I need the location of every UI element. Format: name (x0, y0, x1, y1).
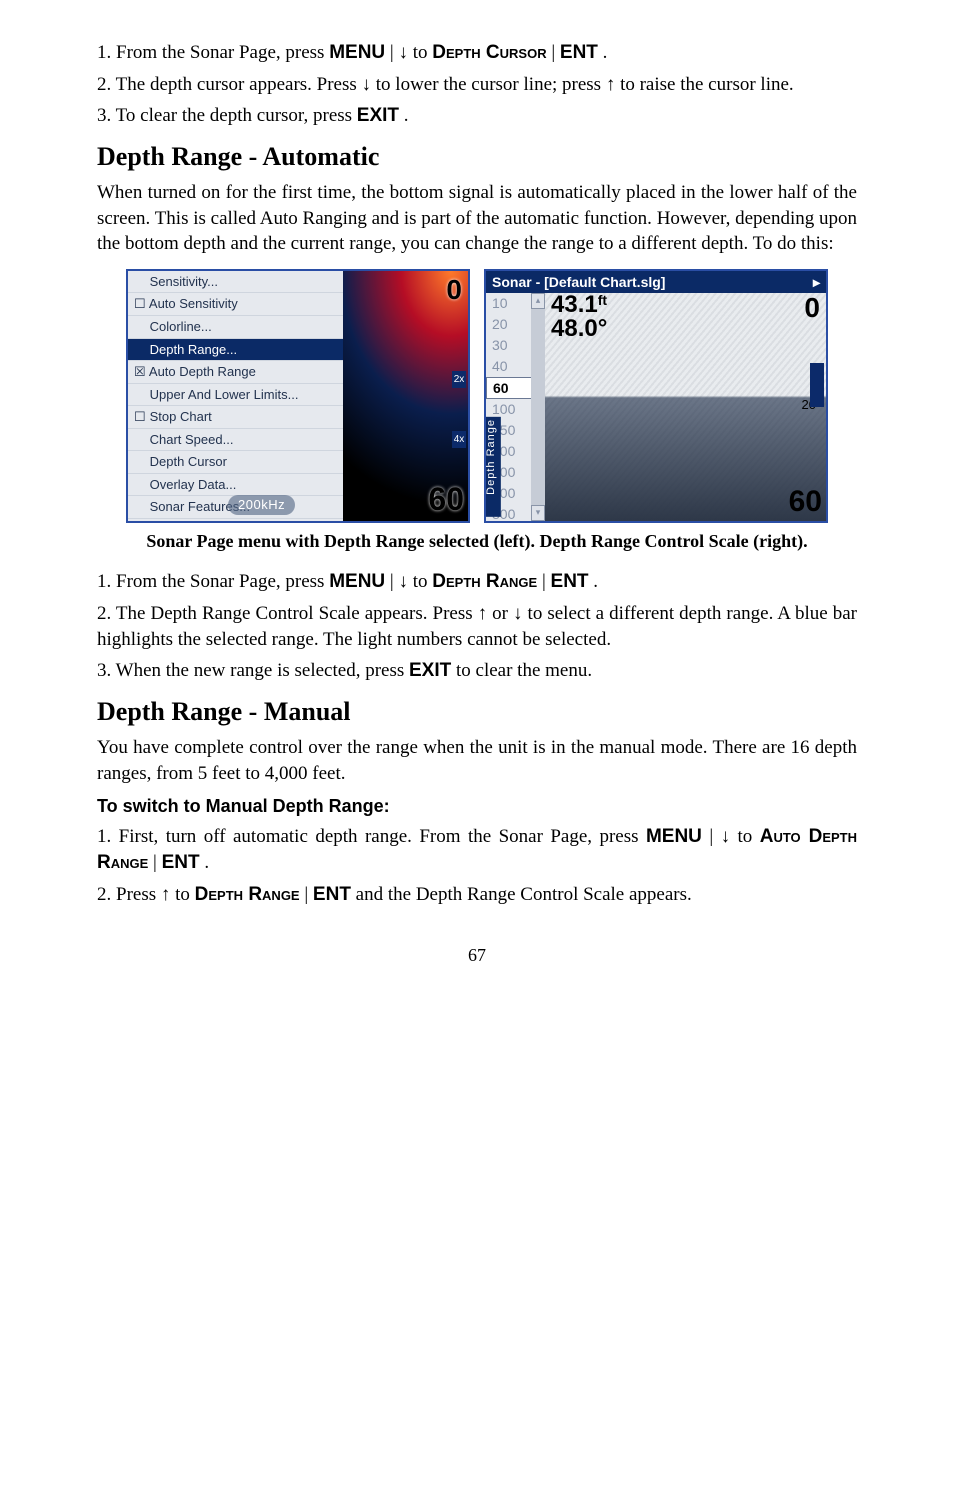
menu-item: ☒ Auto Depth Range (128, 361, 343, 384)
depth-range-column: 1020304060100150200300500800Depth Range … (486, 293, 545, 521)
figure-row: Sensitivity...☐ Auto Sensitivity Colorli… (97, 269, 857, 523)
menu-item: Colorline... (128, 316, 343, 339)
depth-range-label: Depth Range (484, 417, 501, 517)
depth-scale-zero: 0 (446, 271, 462, 309)
menu-item: ☐ Stop Chart (128, 406, 343, 429)
key-menu: MENU (329, 571, 385, 592)
menu-item: Sensitivity... (128, 271, 343, 294)
heading-depth-range-manual: Depth Range - Manual (97, 694, 857, 729)
step-m2: 2. Press ↑ to Depth Range | ENT and the … (97, 882, 857, 908)
t: | (551, 42, 560, 63)
scale-bottom: 60 (789, 482, 822, 523)
screenshot-depth-range-scale: Sonar - [Default Chart.slg] ▸ 1020304060… (484, 269, 828, 523)
scroll-down-icon: ▾ (531, 505, 545, 521)
menu-item: Depth Range... (128, 339, 343, 362)
subhead-switch-manual: To switch to Manual Depth Range: (97, 794, 857, 818)
opt-depth-range: Depth Range (195, 884, 300, 905)
menu-item-label: Colorline... (146, 319, 212, 334)
t: . (404, 105, 409, 126)
t: 3. When the new range is selected, press (97, 660, 409, 681)
t: | (304, 884, 313, 905)
para-manual-desc: You have complete control over the range… (97, 735, 857, 786)
step-2b: 2. The Depth Range Control Scale appears… (97, 601, 857, 652)
step-3: 3. To clear the depth cursor, press EXIT… (97, 103, 857, 129)
page-number: 67 (97, 943, 857, 967)
depth-unit: ft (598, 292, 607, 308)
t: . (204, 852, 209, 873)
menu-item-label: Overlay Data... (146, 477, 236, 492)
depth-value: 43.1 (551, 291, 598, 318)
key-exit: EXIT (409, 660, 451, 681)
sonar-menu: Sensitivity...☐ Auto Sensitivity Colorli… (128, 271, 343, 523)
t: . (603, 42, 608, 63)
menu-item-label: Depth Range... (146, 342, 237, 357)
key-exit: EXIT (357, 105, 399, 126)
zoom-chip-4x: 4x (452, 431, 466, 449)
figure-caption: Sonar Page menu with Depth Range selecte… (117, 529, 837, 553)
depth-readout: 43.1ft 48.0° (551, 293, 607, 341)
menu-item-label: Auto Depth Range (146, 364, 256, 379)
t: to clear the menu. (456, 660, 592, 681)
menu-item: Chart Speed... (128, 429, 343, 452)
heading-depth-range-auto: Depth Range - Automatic (97, 139, 857, 174)
step-1: 1. From the Sonar Page, press MENU | ↓ t… (97, 40, 857, 66)
menu-item-label: Ping Speed... (146, 522, 228, 523)
zoom-chip-2x: 2x (452, 371, 466, 389)
zoom-bar (810, 363, 824, 407)
t: | (153, 852, 162, 873)
right-body: 1020304060100150200300500800Depth Range … (486, 293, 826, 521)
depth-scale-bottom: 60 (428, 478, 464, 521)
menu-item: Depth Cursor (128, 451, 343, 474)
sonar-chart-area: 43.1ft 48.0° 0 20 60 (545, 293, 826, 521)
key-ent: ENT (551, 571, 589, 592)
t: 3. To clear the depth cursor, press (97, 105, 357, 126)
scroll-up-icon: ▴ (531, 293, 545, 309)
frequency-pill: 200kHz (228, 495, 295, 515)
t: 2. Press ↑ to (97, 884, 195, 905)
t: | ↓ to (709, 826, 759, 847)
menu-item: Ping Speed... (128, 519, 343, 523)
step-m1: 1. First, turn off automatic depth range… (97, 824, 857, 875)
t: . (593, 571, 598, 592)
opt-depth-cursor: Depth Cursor (432, 42, 546, 63)
menu-item: ☐ Auto Sensitivity (128, 293, 343, 316)
t: 1. From the Sonar Page, press (97, 42, 329, 63)
step-2: 2. The depth cursor appears. Press ↓ to … (97, 72, 857, 98)
checkbox-icon: ☐ (134, 295, 146, 313)
step-3b: 3. When the new range is selected, press… (97, 658, 857, 684)
range-scrollbar: ▴ ▾ (531, 293, 545, 521)
key-menu: MENU (646, 826, 702, 847)
window-titlebar: Sonar - [Default Chart.slg] ▸ (486, 271, 826, 294)
t: | ↓ to (390, 571, 432, 592)
menu-item: Overlay Data... (128, 474, 343, 497)
t: | (542, 571, 551, 592)
t: | ↓ to (390, 42, 432, 63)
key-ent: ENT (313, 884, 351, 905)
key-ent: ENT (162, 852, 200, 873)
scale-zero: 0 (804, 289, 820, 327)
window-title: Sonar - [Default Chart.slg] (492, 273, 665, 292)
t: and the Depth Range Control Scale appear… (356, 884, 692, 905)
screenshot-sonar-menu: Sensitivity...☐ Auto Sensitivity Colorli… (126, 269, 470, 523)
menu-item-label: Auto Sensitivity (146, 296, 238, 311)
temp-value: 48.0° (551, 315, 607, 342)
menu-item-label: Stop Chart (146, 409, 212, 424)
menu-item-label: Sensitivity... (146, 274, 218, 289)
menu-item-label: Depth Cursor (146, 454, 227, 469)
menu-item-label: Chart Speed... (146, 432, 233, 447)
menu-item-label: Upper And Lower Limits... (146, 387, 298, 402)
t: 1. From the Sonar Page, press (97, 571, 329, 592)
key-menu: MENU (329, 42, 385, 63)
checkbox-icon: ☒ (134, 363, 146, 381)
t: 1. First, turn off automatic depth range… (97, 826, 646, 847)
opt-depth-range: Depth Range (432, 571, 537, 592)
menu-item: Upper And Lower Limits... (128, 384, 343, 407)
checkbox-icon: ☐ (134, 408, 146, 426)
step-1b: 1. From the Sonar Page, press MENU | ↓ t… (97, 569, 857, 595)
key-ent: ENT (560, 42, 598, 63)
para-auto-desc: When turned on for the first time, the b… (97, 180, 857, 257)
